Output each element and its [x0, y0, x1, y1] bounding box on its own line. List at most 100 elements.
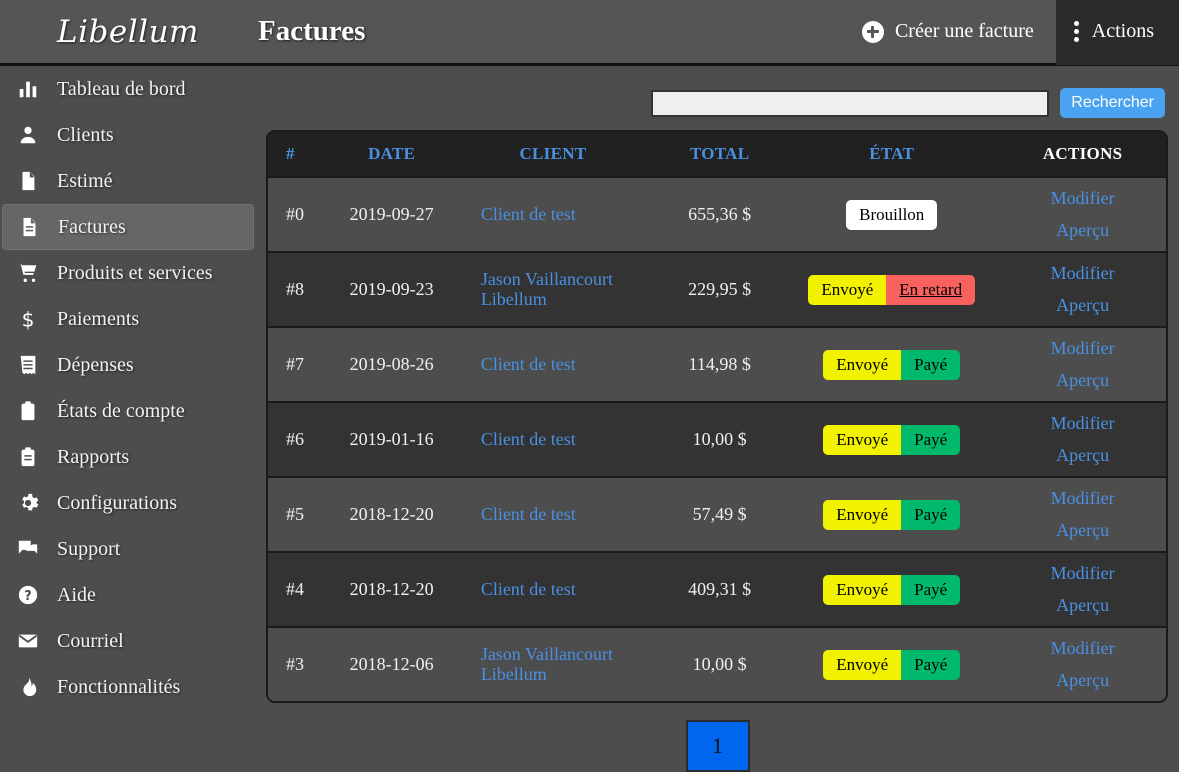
- sidebar-item-paiements[interactable]: $ Paiements: [2, 296, 254, 342]
- status-badges: Envoyé Payé: [784, 349, 999, 380]
- table-header-total[interactable]: TOTAL: [655, 132, 785, 177]
- shopping-cart-icon: [16, 261, 40, 285]
- action-links: Modifier Aperçu: [999, 638, 1166, 691]
- table-header-client[interactable]: CLIENT: [450, 132, 656, 177]
- invoice-status-cell: Envoyé Payé: [784, 552, 999, 627]
- status-badge-paid[interactable]: Payé: [901, 349, 961, 380]
- status-badge-sent[interactable]: Envoyé: [823, 424, 902, 455]
- sidebar-item-configurations[interactable]: Configurations: [2, 480, 254, 526]
- action-link-preview[interactable]: Aperçu: [1056, 520, 1109, 541]
- action-link-edit[interactable]: Modifier: [1051, 563, 1115, 584]
- actions-menu-button[interactable]: Actions: [1055, 0, 1179, 65]
- invoice-date: 2019-09-23: [349, 279, 434, 299]
- invoice-date: 2018-12-20: [349, 579, 434, 599]
- status-badge-sent[interactable]: Envoyé: [823, 499, 902, 530]
- sidebar-item-label: Produits et services: [57, 261, 213, 284]
- client-link[interactable]: Client de test: [481, 579, 576, 600]
- sidebar-item-d-penses[interactable]: Dépenses: [2, 342, 254, 388]
- sidebar-item-rapports[interactable]: Rapports: [2, 434, 254, 480]
- table-body: #0 2019-09-27 Client de test 655,36 $ Brouil…: [268, 177, 1166, 701]
- invoice-total: 229,95 $: [688, 279, 752, 299]
- create-invoice-button[interactable]: Créer une facture: [840, 0, 1056, 65]
- action-links: Modifier Aperçu: [999, 338, 1166, 391]
- client-link[interactable]: Jason Vaillancourt Libellum: [481, 269, 655, 310]
- person-icon: [16, 123, 40, 147]
- invoice-total: 57,49 $: [692, 504, 747, 524]
- invoice-id: #0: [286, 204, 304, 224]
- action-links: Modifier Aperçu: [999, 413, 1166, 466]
- table-header-actions: ACTIONS: [999, 132, 1166, 177]
- invoice-status-cell: Envoyé Payé: [784, 477, 999, 552]
- action-link-edit[interactable]: Modifier: [1051, 263, 1115, 284]
- search-input[interactable]: [651, 89, 1050, 117]
- page-title: Factures: [258, 15, 366, 47]
- client-link[interactable]: Client de test: [481, 354, 576, 375]
- invoice-status-cell: Envoyé En retard: [784, 252, 999, 327]
- table-header-[interactable]: #: [268, 132, 333, 177]
- sidebar-item-label: États de compte: [57, 399, 185, 422]
- status-badges: Envoyé Payé: [784, 574, 999, 605]
- action-link-preview[interactable]: Aperçu: [1056, 595, 1109, 616]
- action-link-edit[interactable]: Modifier: [1051, 488, 1115, 509]
- invoice-id: #8: [286, 279, 304, 299]
- action-link-edit[interactable]: Modifier: [1051, 338, 1115, 359]
- action-link-edit[interactable]: Modifier: [1051, 638, 1115, 659]
- action-link-preview[interactable]: Aperçu: [1056, 295, 1109, 316]
- action-link-preview[interactable]: Aperçu: [1056, 670, 1109, 691]
- sidebar-item-fonctionnalit-s[interactable]: Fonctionnalités: [2, 664, 254, 710]
- sidebar-item-label: Paiements: [57, 307, 140, 330]
- invoice-date: 2019-09-27: [349, 204, 434, 224]
- sidebar-item-tats-de-compte[interactable]: États de compte: [2, 388, 254, 434]
- status-badge-sent[interactable]: Envoyé: [823, 649, 902, 680]
- status-badge-paid[interactable]: Payé: [901, 574, 961, 605]
- table-head: # DATE CLIENT TOTAL ÉTAT ACTIONS: [268, 132, 1166, 177]
- action-link-edit[interactable]: Modifier: [1051, 413, 1115, 434]
- invoice-date: 2018-12-20: [349, 504, 434, 524]
- clipboard-icon: [16, 399, 40, 423]
- client-link[interactable]: Client de test: [481, 504, 576, 525]
- action-links: Modifier Aperçu: [999, 563, 1166, 616]
- status-badge-sent[interactable]: Envoyé: [823, 349, 902, 380]
- status-badge-paid[interactable]: Payé: [901, 424, 961, 455]
- action-link-edit[interactable]: Modifier: [1051, 188, 1115, 209]
- sidebar-item-produits-et-services[interactable]: Produits et services: [2, 250, 254, 296]
- status-badge-sent[interactable]: Envoyé: [808, 274, 887, 305]
- table-header-tat[interactable]: ÉTAT: [784, 132, 1000, 177]
- main-content: Rechercher # DATE CLIENT TOTAL ÉTAT ACTIONS #…: [256, 66, 1179, 772]
- status-badge-paid[interactable]: Payé: [901, 649, 961, 680]
- pagination-page-button[interactable]: 1: [685, 720, 750, 772]
- client-link[interactable]: Client de test: [481, 204, 576, 225]
- sidebar-item-support[interactable]: Support: [2, 526, 254, 572]
- sidebar-item-label: Configurations: [57, 491, 177, 514]
- invoice-actions-cell: Modifier Aperçu: [999, 177, 1166, 252]
- sidebar-item-factures[interactable]: Factures: [2, 204, 254, 250]
- sidebar-item-tableau-de-bord[interactable]: Tableau de bord: [2, 66, 254, 112]
- status-badge-draft[interactable]: Brouillon: [846, 199, 938, 230]
- table-header-date[interactable]: DATE: [332, 132, 451, 177]
- action-links: Modifier Aperçu: [999, 488, 1166, 541]
- sidebar-item-aide[interactable]: ? Aide: [2, 572, 254, 618]
- invoice-total: 655,36 $: [688, 204, 752, 224]
- action-link-preview[interactable]: Aperçu: [1056, 220, 1109, 241]
- invoice-date: 2019-08-26: [349, 354, 434, 374]
- invoice-status-cell: Brouillon: [784, 177, 999, 252]
- bar-chart-icon: [16, 77, 40, 101]
- client-link[interactable]: Jason Vaillancourt Libellum: [481, 644, 655, 685]
- action-link-preview[interactable]: Aperçu: [1056, 370, 1109, 391]
- search-row: Rechercher: [256, 66, 1179, 118]
- fire-icon: [16, 675, 40, 699]
- sidebar-item-courriel[interactable]: Courriel: [2, 618, 254, 664]
- status-badge-sent[interactable]: Envoyé: [823, 574, 902, 605]
- action-link-preview[interactable]: Aperçu: [1056, 445, 1109, 466]
- app-logo[interactable]: Libellum: [0, 14, 256, 50]
- top-header-actions: Créer une facture Actions: [840, 0, 1179, 65]
- status-badge-paid[interactable]: Payé: [901, 499, 961, 530]
- sidebar-item-estim[interactable]: Estimé: [2, 158, 254, 204]
- search-button[interactable]: Rechercher: [1060, 88, 1165, 118]
- client-link[interactable]: Client de test: [481, 429, 576, 450]
- sidebar-item-label: Support: [57, 537, 121, 560]
- status-badge-late[interactable]: En retard: [886, 274, 976, 305]
- svg-text:$: $: [22, 308, 35, 330]
- sidebar-item-clients[interactable]: Clients: [2, 112, 254, 158]
- invoice-status-cell: Envoyé Payé: [784, 627, 999, 701]
